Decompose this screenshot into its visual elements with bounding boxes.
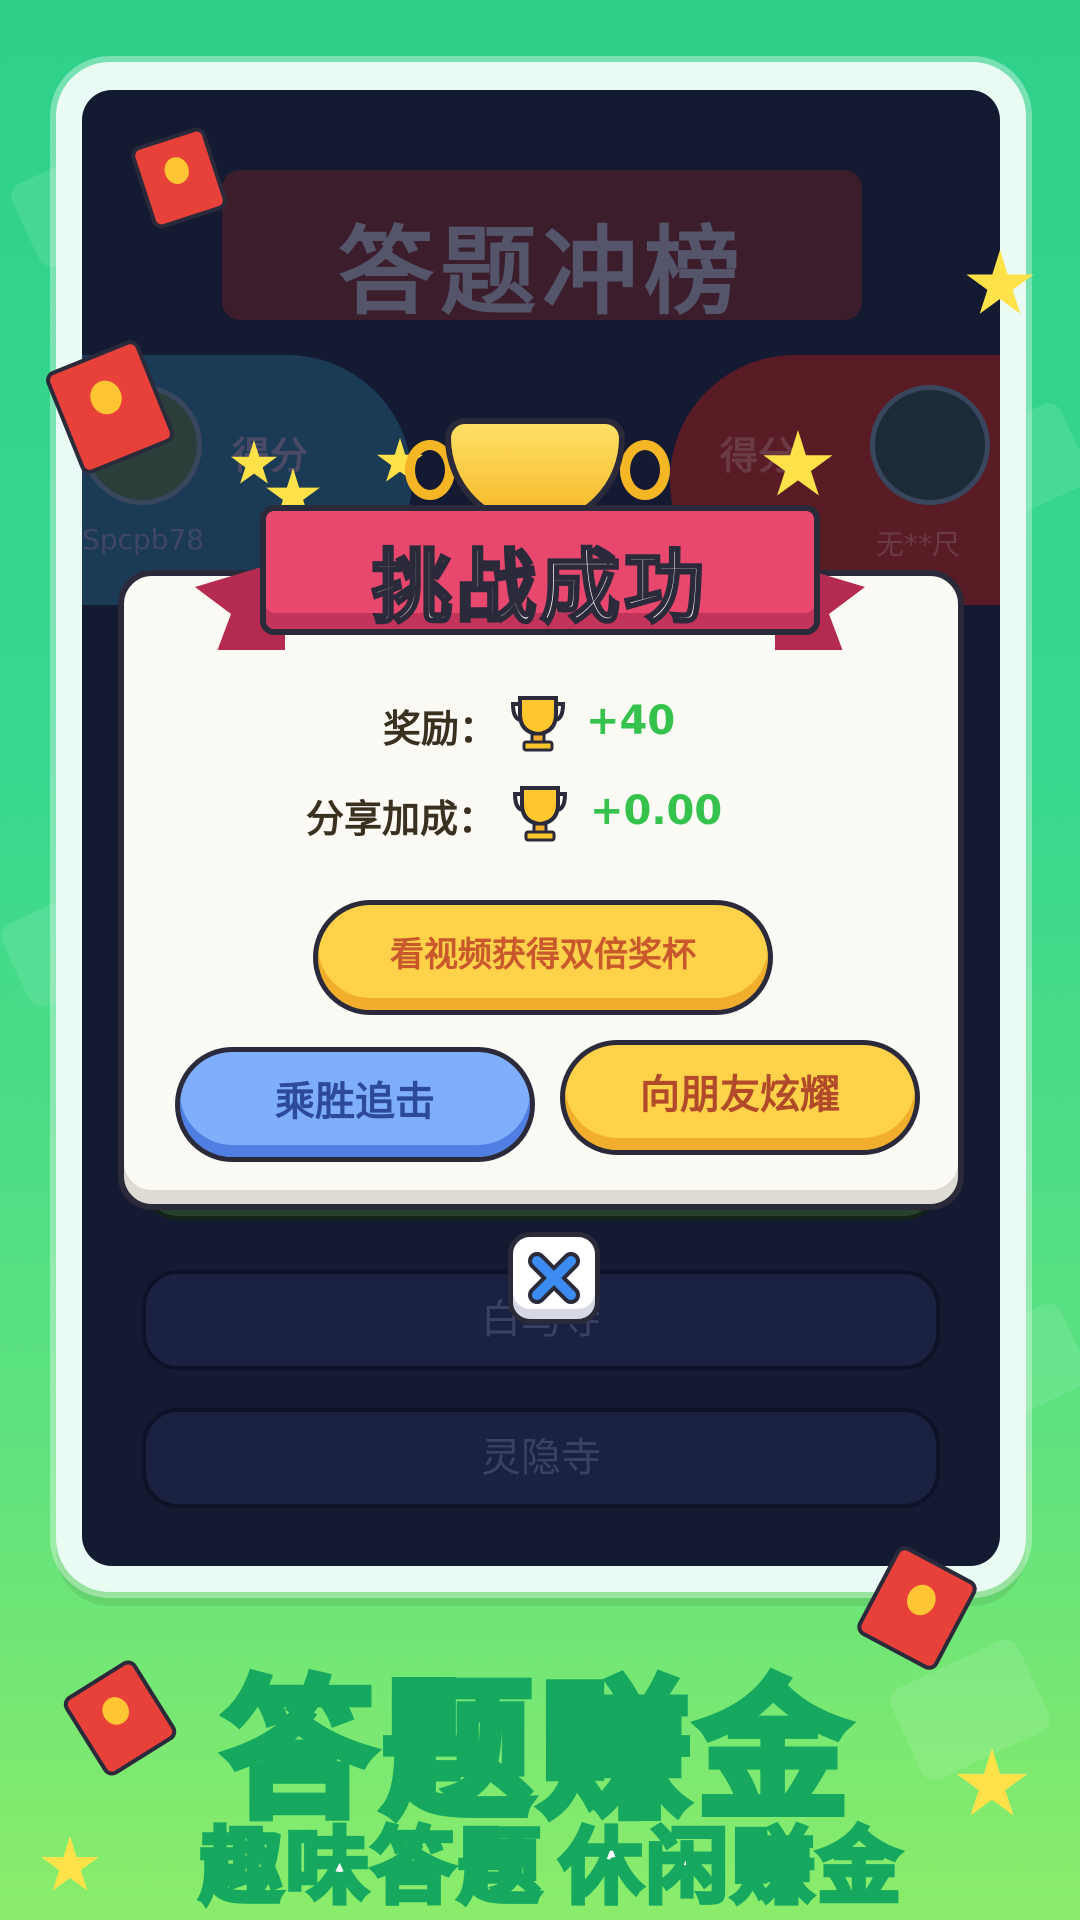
quiz-title-banner: 答题冲榜	[222, 170, 862, 328]
promo-subtitle-left: 趣味答题	[197, 1818, 545, 1918]
player-name: Spcpb78	[82, 523, 205, 556]
share-with-friends-button[interactable]: 向朋友炫耀	[560, 1040, 920, 1155]
reward-value: +0.00	[590, 788, 723, 834]
modal-title: 挑战成功	[371, 540, 708, 636]
reward-label: 分享加成：	[306, 797, 497, 841]
reward-value: +40	[586, 698, 676, 744]
trophy-icon	[512, 786, 568, 842]
answer-option[interactable]: 灵隐寺	[142, 1408, 940, 1508]
reward-label: 奖励：	[383, 707, 498, 751]
modal-title-ribbon: 挑战成功	[260, 505, 820, 636]
trophy-handle	[620, 440, 670, 500]
score-label: 得分	[232, 434, 309, 478]
score-label: 得分	[720, 434, 797, 478]
continue-challenge-button[interactable]: 乘胜追击	[175, 1047, 535, 1162]
quiz-title: 答题冲榜	[338, 216, 746, 328]
reward-row: 奖励： +40	[0, 690, 1080, 760]
close-button[interactable]	[508, 1232, 600, 1324]
close-icon	[528, 1252, 580, 1304]
trophy-icon	[510, 696, 566, 752]
player-name: 无**尺	[875, 528, 960, 561]
promo-subtitle-right: 休闲赚金	[557, 1818, 905, 1918]
avatar	[870, 385, 990, 505]
watch-video-double-reward-button[interactable]: 看视频获得双倍奖杯	[313, 900, 773, 1015]
reward-row: 分享加成： +0.00	[0, 780, 1080, 850]
